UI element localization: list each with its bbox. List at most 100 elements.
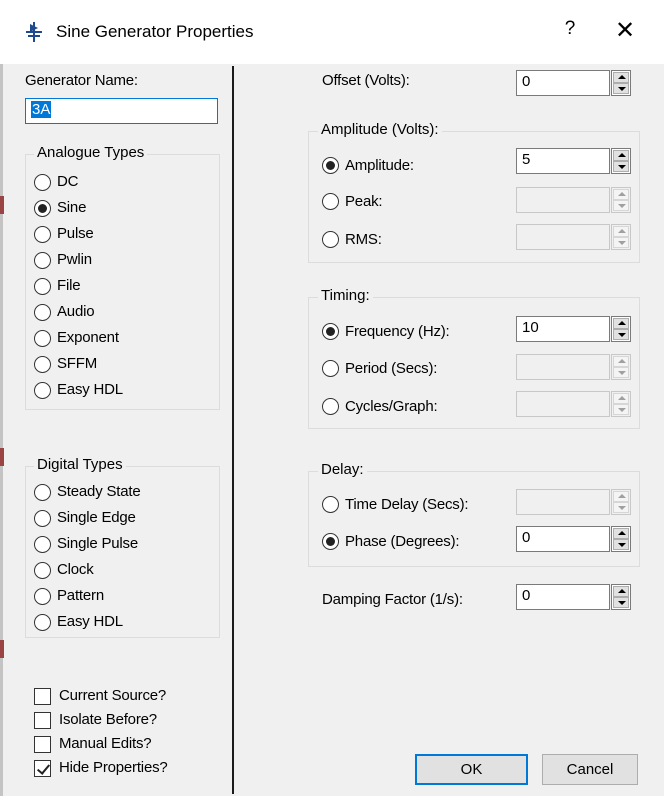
analogue-exponent-radio[interactable] [34,330,51,347]
damping-factor-input[interactable]: 0 [516,584,610,610]
offset-value: 0 [522,73,531,90]
digital-single-pulse-label: Single Pulse [57,535,138,552]
digital-pattern-label: Pattern [57,587,104,604]
analogue-pulse-label: Pulse [57,225,94,242]
analogue-pwlin-radio[interactable] [34,252,51,269]
manual-edits-label: Manual Edits? [59,735,152,752]
analogue-file-radio[interactable] [34,278,51,295]
digital-single-edge-label: Single Edge [57,509,136,526]
delay-group [308,471,640,567]
digital-clock-label: Clock [57,561,94,578]
edge-marker [0,640,4,658]
delay-group-title: Delay: [318,461,367,478]
amplitude-radio[interactable] [322,157,339,174]
digital-steady-state-radio[interactable] [34,484,51,501]
analogue-sine-label: Sine [57,199,87,216]
period-label: Period (Secs): [345,360,438,377]
edge-marker [0,196,4,214]
analogue-audio-radio[interactable] [34,304,51,321]
digital-steady-state-label: Steady State [57,483,141,500]
frequency-value: 10 [522,319,539,336]
frequency-input[interactable]: 10 [516,316,610,342]
phase-radio[interactable] [322,533,339,550]
offset-spinner[interactable] [611,70,631,96]
amplitude-input[interactable]: 5 [516,148,610,174]
generator-name-value: 3A [31,101,52,118]
analogue-audio-label: Audio [57,303,95,320]
analogue-easy-hdl-radio[interactable] [34,382,51,399]
analogue-dc-radio[interactable] [34,174,51,191]
cycles-spinner[interactable] [611,391,631,417]
time-delay-input[interactable] [516,489,610,515]
frequency-label: Frequency (Hz): [345,323,450,340]
phase-label: Phase (Degrees): [345,533,460,550]
period-spinner[interactable] [611,354,631,380]
time-delay-spinner[interactable] [611,489,631,515]
generator-name-label: Generator Name: [25,72,138,89]
analogue-pulse-radio[interactable] [34,226,51,243]
frequency-radio[interactable] [322,323,339,340]
amplitude-label: Amplitude: [345,157,414,174]
amplitude-value: 5 [522,151,531,168]
analogue-sffm-label: SFFM [57,355,98,372]
rms-input[interactable] [516,224,610,250]
period-radio[interactable] [322,360,339,377]
cancel-button[interactable]: Cancel [542,754,638,785]
digital-single-edge-radio[interactable] [34,510,51,527]
isolate-before-checkbox[interactable] [34,712,51,729]
cycles-label: Cycles/Graph: [345,398,438,415]
analogue-dc-label: DC [57,173,79,190]
digital-clock-radio[interactable] [34,562,51,579]
current-source-label: Current Source? [59,687,167,704]
cycles-radio[interactable] [322,398,339,415]
analogue-sffm-radio[interactable] [34,356,51,373]
amplitude-group-title: Amplitude (Volts): [318,121,442,138]
digital-easy-hdl-radio[interactable] [34,614,51,631]
rms-radio[interactable] [322,231,339,248]
peak-input[interactable] [516,187,610,213]
hide-properties-checkbox[interactable] [34,760,51,777]
damping-factor-value: 0 [522,587,531,604]
isolate-before-label: Isolate Before? [59,711,157,728]
analogue-easy-hdl-label: Easy HDL [57,381,123,398]
peak-spinner[interactable] [611,187,631,213]
analogue-types-title: Analogue Types [34,144,148,161]
window-title: Sine Generator Properties [56,22,254,41]
period-input[interactable] [516,354,610,380]
offset-label: Offset (Volts): [322,72,410,89]
panel-separator [232,66,234,794]
generator-app-icon [26,22,42,42]
ok-button[interactable]: OK [415,754,528,785]
peak-radio[interactable] [322,193,339,210]
phase-input[interactable]: 0 [516,526,610,552]
offset-input[interactable]: 0 [516,70,610,96]
analogue-exponent-label: Exponent [57,329,119,346]
edge-marker [0,448,4,466]
damping-factor-spinner[interactable] [611,584,631,610]
analogue-types-group [25,154,220,410]
help-button[interactable]: ? [560,18,580,40]
phase-spinner[interactable] [611,526,631,552]
manual-edits-checkbox[interactable] [34,736,51,753]
title-bar: Sine Generator Properties ? ✕ [0,0,664,64]
amplitude-spinner[interactable] [611,148,631,174]
digital-types-title: Digital Types [34,456,126,473]
analogue-file-label: File [57,277,81,294]
rms-label: RMS: [345,231,382,248]
time-delay-radio[interactable] [322,496,339,513]
digital-single-pulse-radio[interactable] [34,536,51,553]
rms-spinner[interactable] [611,224,631,250]
current-source-checkbox[interactable] [34,688,51,705]
timing-group-title: Timing: [318,287,373,304]
digital-pattern-radio[interactable] [34,588,51,605]
digital-easy-hdl-label: Easy HDL [57,613,123,630]
cycles-input[interactable] [516,391,610,417]
window-left-edge [0,64,3,796]
frequency-spinner[interactable] [611,316,631,342]
generator-name-input[interactable]: 3A [25,98,218,124]
analogue-pwlin-label: Pwlin [57,251,92,268]
peak-label: Peak: [345,193,383,210]
analogue-sine-radio[interactable] [34,200,51,217]
close-button[interactable]: ✕ [613,16,637,45]
hide-properties-label: Hide Properties? [59,759,168,776]
